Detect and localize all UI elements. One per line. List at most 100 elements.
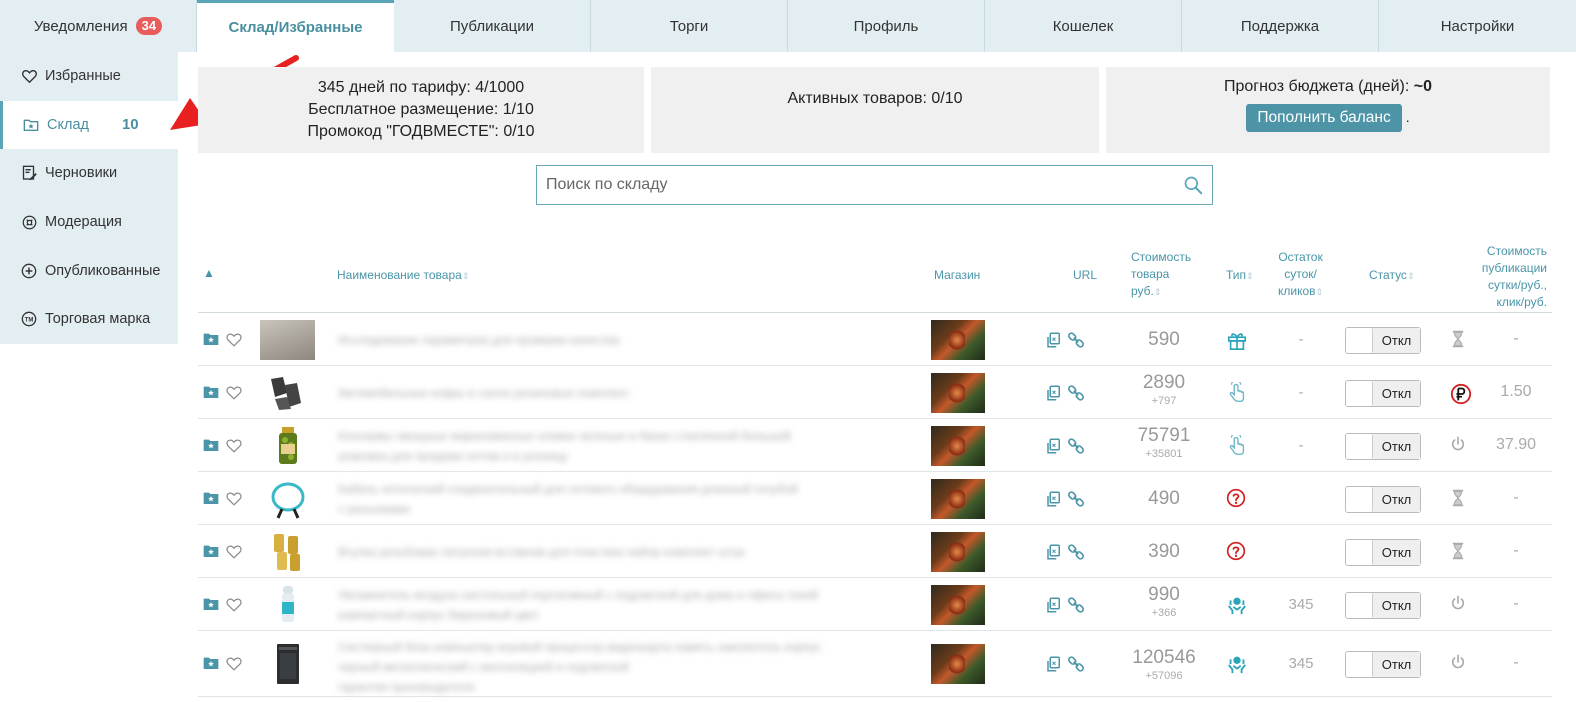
link-icon[interactable] — [1067, 596, 1085, 619]
shop-logo[interactable] — [931, 585, 985, 625]
search-input[interactable] — [537, 166, 1157, 204]
power-icon[interactable] — [1450, 654, 1466, 675]
tab-warehouse-favorites[interactable]: Склад/Избранные — [197, 0, 394, 52]
copy-icon[interactable] — [1045, 437, 1063, 460]
heart-icon[interactable] — [226, 544, 242, 564]
product-thumbnail[interactable] — [260, 373, 315, 413]
power-icon[interactable] — [1450, 436, 1466, 457]
move-to-folder-icon[interactable] — [203, 544, 219, 563]
sidebar-item-published[interactable]: Опубликованные — [0, 246, 178, 295]
copy-icon[interactable] — [1045, 384, 1063, 407]
ruble-stop-icon[interactable] — [1450, 383, 1472, 410]
header-url: URL — [1073, 268, 1098, 282]
status-toggle[interactable]: Откл — [1345, 486, 1421, 513]
product-name-line: Консервы овощные маринованные оливки зел… — [338, 429, 791, 443]
product-name-blurred[interactable]: Консервы овощные маринованные оливки зел… — [338, 426, 858, 466]
sort-toggle[interactable]: ▲ — [203, 265, 215, 282]
header-type[interactable]: Тип⇕ — [1226, 267, 1254, 285]
shop-logo[interactable] — [931, 426, 985, 466]
status-toggle[interactable]: Откл — [1345, 327, 1421, 354]
product-price: 590 — [1148, 329, 1180, 350]
copy-icon[interactable] — [1045, 490, 1063, 513]
header-cost-line: Стоимость — [1131, 250, 1192, 264]
product-name-blurred[interactable]: Увлажнитель воздуха настольный портативн… — [338, 585, 858, 625]
shop-logo[interactable] — [931, 644, 985, 684]
product-name-blurred[interactable]: Системный блок компьютер игровой процесс… — [338, 637, 858, 697]
product-thumbnail[interactable] — [260, 479, 315, 519]
heart-icon[interactable] — [226, 438, 242, 458]
copy-icon[interactable] — [1045, 543, 1063, 566]
move-to-folder-icon[interactable] — [203, 656, 219, 675]
table-row: Автомобильные ковры в салон резиновые ко… — [198, 366, 1552, 419]
toggle-knob — [1346, 381, 1373, 406]
sidebar-item-warehouse[interactable]: Склад 10 — [0, 100, 178, 150]
move-to-folder-icon[interactable] — [203, 491, 219, 510]
tab-auctions[interactable]: Торги — [591, 0, 788, 52]
header-status[interactable]: Статус⇕ — [1369, 267, 1414, 285]
product-thumbnail[interactable] — [260, 320, 315, 360]
price-change: +366 — [1151, 607, 1177, 619]
copy-icon[interactable] — [1045, 331, 1063, 354]
remaining-value: - — [1298, 384, 1304, 401]
tab-wallet[interactable]: Кошелек — [985, 0, 1182, 52]
shop-logo[interactable] — [931, 373, 985, 413]
link-icon[interactable] — [1067, 384, 1085, 407]
move-to-folder-icon[interactable] — [203, 597, 219, 616]
hourglass-icon[interactable] — [1450, 489, 1466, 512]
top-up-balance-button[interactable]: Пополнить баланс — [1246, 104, 1402, 132]
status-toggle[interactable]: Откл — [1345, 380, 1421, 407]
power-icon[interactable] — [1450, 595, 1466, 616]
header-remain-line: Остаток — [1278, 250, 1323, 264]
product-name-blurred[interactable]: Втулка резьбовая латунная вставная для п… — [338, 542, 858, 562]
dot-text: . — [1405, 109, 1410, 125]
hourglass-icon[interactable] — [1450, 330, 1466, 353]
move-to-folder-icon[interactable] — [203, 385, 219, 404]
sidebar-item-moderation[interactable]: Модерация — [0, 198, 178, 247]
heart-icon[interactable] — [226, 656, 242, 676]
header-name[interactable]: Наименование товара⇕ — [337, 267, 469, 285]
product-thumbnail[interactable] — [260, 532, 315, 572]
product-thumbnail[interactable] — [260, 585, 315, 625]
search-icon[interactable] — [1183, 175, 1203, 200]
move-to-folder-icon[interactable] — [203, 332, 219, 351]
link-icon[interactable] — [1067, 543, 1085, 566]
header-remain[interactable]: Остаток суток/ кликов⇕ — [1278, 249, 1323, 301]
link-icon[interactable] — [1067, 655, 1085, 678]
move-to-folder-icon[interactable] — [203, 438, 219, 457]
heart-icon[interactable] — [226, 332, 242, 352]
tab-notifications[interactable]: Уведомления 34 — [0, 0, 197, 52]
status-toggle[interactable]: Откл — [1345, 651, 1421, 678]
tab-settings[interactable]: Настройки — [1379, 0, 1576, 52]
copy-icon[interactable] — [1045, 596, 1063, 619]
sidebar-item-favorites[interactable]: Избранные — [0, 52, 178, 101]
product-name-blurred[interactable]: Исследование параметров для проверки кач… — [338, 330, 858, 350]
product-thumbnail[interactable] — [260, 426, 315, 466]
product-name-line: компактный корпус бирюзовый цвет — [338, 608, 540, 622]
link-icon[interactable] — [1067, 437, 1085, 460]
product-thumbnail[interactable] — [260, 644, 315, 684]
product-name-blurred[interactable]: Кабель оптический соединительный для сет… — [338, 479, 858, 519]
shop-logo[interactable] — [931, 320, 985, 360]
tab-profile[interactable]: Профиль — [788, 0, 985, 52]
sidebar-item-drafts[interactable]: Черновики — [0, 149, 178, 198]
sidebar-item-trademark[interactable]: TM Торговая марка — [0, 295, 178, 344]
product-name-blurred[interactable]: Автомобильные ковры в салон резиновые ко… — [338, 383, 858, 403]
copy-icon[interactable] — [1045, 655, 1063, 678]
hourglass-icon[interactable] — [1450, 542, 1466, 565]
status-toggle[interactable]: Откл — [1345, 592, 1421, 619]
header-cost[interactable]: Стоимость товара руб.⇕ — [1131, 249, 1191, 301]
heart-icon[interactable] — [226, 597, 242, 617]
shop-logo[interactable] — [931, 479, 985, 519]
heart-icon[interactable] — [226, 385, 242, 405]
status-toggle[interactable]: Откл — [1345, 539, 1421, 566]
tab-support[interactable]: Поддержка — [1182, 0, 1379, 52]
status-toggle[interactable]: Откл — [1345, 433, 1421, 460]
product-name-line: Кабель оптический соединительный для сет… — [338, 482, 798, 496]
link-icon[interactable] — [1067, 490, 1085, 513]
budget-panel: Прогноз бюджета (дней): ~0 Пополнить бал… — [1106, 67, 1550, 153]
link-icon[interactable] — [1067, 331, 1085, 354]
tab-publications[interactable]: Публикации — [394, 0, 591, 52]
header-publication-cost[interactable]: Стоимость публикации сутки/руб., клик/ру… — [1471, 243, 1547, 311]
heart-icon[interactable] — [226, 491, 242, 511]
shop-logo[interactable] — [931, 532, 985, 572]
